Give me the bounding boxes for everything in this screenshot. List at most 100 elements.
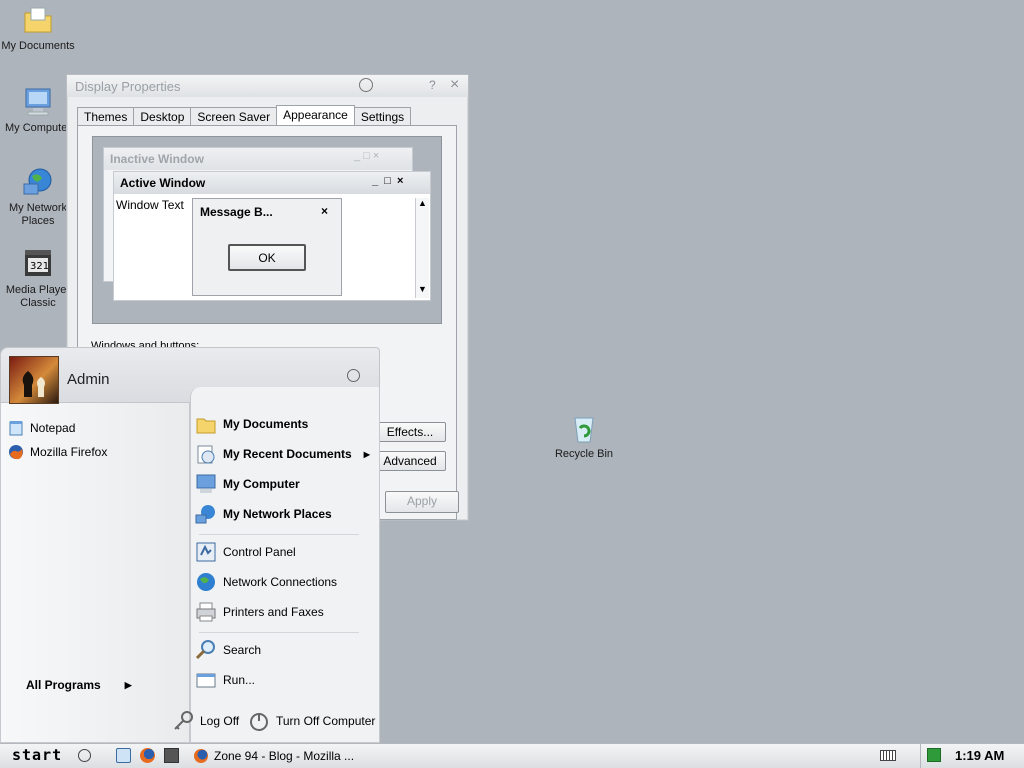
message-box-preview: Message B... × OK — [192, 198, 342, 296]
media-player-icon[interactable] — [164, 748, 179, 763]
scroll-down-icon: ▼ — [418, 284, 427, 294]
close-icon: × — [321, 204, 329, 218]
avatar — [9, 356, 59, 404]
tab-appearance[interactable]: Appearance — [276, 105, 355, 126]
folder-documents-icon — [195, 413, 217, 435]
start-menu-right-pane: My Documents My Recent Documents ▶ My Co… — [190, 387, 380, 743]
start-item-label: Search — [223, 643, 262, 657]
firefox-icon — [194, 749, 208, 763]
window-title: Display Properties — [75, 79, 181, 94]
start-item-label: Mozilla Firefox — [30, 445, 108, 459]
start-item-my-computer[interactable]: My Computer — [195, 472, 300, 496]
start-menu: Admin Notepad Mozilla Firefox All Progra… — [0, 347, 380, 743]
tab-strip: Themes Desktop Screen Saver Appearance S… — [77, 105, 412, 126]
power-icon — [248, 710, 270, 732]
start-item-network-connections[interactable]: Network Connections — [195, 570, 337, 594]
all-programs-label: All Programs — [26, 678, 101, 692]
start-item-my-documents[interactable]: My Documents — [195, 412, 308, 436]
start-item-label: Printers and Faxes — [223, 605, 324, 619]
system-tray: 1:19 AM — [920, 744, 1024, 768]
quick-launch — [112, 747, 182, 765]
start-item-printers-and-faxes[interactable]: Printers and Faxes — [195, 600, 324, 624]
start-label: start — [12, 746, 63, 764]
tab-settings[interactable]: Settings — [353, 107, 412, 126]
computer-icon — [22, 86, 54, 118]
advanced-button[interactable]: Advanced — [374, 451, 446, 471]
network-tray-icon[interactable] — [927, 748, 941, 762]
turn-off-label: Turn Off Computer — [276, 714, 376, 728]
submenu-arrow-icon: ▶ — [363, 449, 370, 459]
control-panel-icon — [195, 541, 217, 563]
menu-separator — [199, 534, 359, 535]
tab-screen-saver[interactable]: Screen Saver — [190, 107, 278, 126]
start-item-my-recent-documents[interactable]: My Recent Documents ▶ — [195, 442, 370, 466]
desktop-icon-recycle-bin[interactable]: Recycle Bin — [544, 412, 624, 461]
start-button[interactable]: start — [4, 746, 96, 766]
clock: 1:19 AM — [955, 748, 1005, 763]
start-item-label: Control Panel — [223, 545, 296, 559]
display-properties-titlebar[interactable]: Display Properties ? × — [67, 75, 468, 97]
pin-icon[interactable] — [347, 369, 360, 382]
start-item-run[interactable]: Run... — [195, 668, 255, 692]
computer-icon — [195, 473, 217, 495]
scroll-up-icon: ▲ — [418, 198, 427, 208]
start-item-notepad[interactable]: Notepad — [8, 416, 75, 440]
taskbar-window-button[interactable]: Zone 94 - Blog - Mozilla ... — [190, 746, 360, 766]
window-controls-icon: _ □ × — [354, 150, 380, 162]
effects-button[interactable]: Effects... — [374, 422, 446, 442]
inactive-window-title: Inactive Window — [110, 152, 204, 166]
start-item-label: Run... — [223, 673, 256, 687]
window-text-sample: Window Text — [116, 198, 184, 212]
user-name: Admin — [67, 371, 110, 388]
svg-text:321: 321 — [30, 261, 49, 272]
close-button[interactable]: × — [450, 76, 459, 94]
appearance-preview: Inactive Window _ □ × Active Window _ □ … — [92, 136, 442, 324]
start-item-firefox[interactable]: Mozilla Firefox — [8, 440, 107, 464]
start-item-label: My Recent Documents — [223, 447, 352, 461]
scrollbar: ▲ ▼ — [415, 198, 429, 298]
desktop-icon-my-documents[interactable]: My Documents — [0, 4, 78, 53]
taskbar: start Zone 94 - Blog - Mozilla ... 1:19 … — [0, 743, 1024, 768]
desktop-icon-label: My Network Places — [8, 202, 68, 227]
start-item-label: Network Connections — [223, 575, 338, 589]
start-item-search[interactable]: Search — [195, 638, 261, 662]
tab-themes[interactable]: Themes — [77, 107, 135, 126]
network-globe-icon — [195, 503, 217, 525]
all-programs-button[interactable]: All Programs ▶ — [26, 673, 132, 697]
apply-button[interactable]: Apply — [385, 491, 459, 513]
help-button[interactable]: ? — [429, 78, 436, 92]
start-item-control-panel[interactable]: Control Panel — [195, 540, 296, 564]
turn-off-computer-button[interactable]: Turn Off Computer — [248, 709, 375, 733]
printer-icon — [195, 601, 217, 623]
search-icon — [195, 639, 217, 661]
desktop-icon-label: Recycle Bin — [554, 448, 614, 460]
message-box-title: Message B... — [200, 205, 273, 219]
keyboard-icon[interactable] — [880, 750, 896, 761]
firefox-icon — [8, 444, 24, 460]
ie-icon[interactable] — [116, 748, 131, 763]
tab-desktop[interactable]: Desktop — [133, 107, 192, 126]
log-off-button[interactable]: Log Off — [172, 709, 239, 733]
network-connections-icon — [195, 571, 217, 593]
start-item-label: Notepad — [30, 421, 76, 435]
network-globe-icon — [22, 166, 54, 198]
arrow-right-icon: ▶ — [124, 679, 132, 690]
firefox-icon[interactable] — [140, 748, 155, 763]
notepad-icon — [8, 420, 24, 436]
ok-button: OK — [228, 244, 306, 271]
log-off-label: Log Off — [200, 714, 240, 728]
run-icon — [195, 669, 217, 691]
taskbar-window-label: Zone 94 - Blog - Mozilla ... — [214, 749, 355, 763]
active-window-title: Active Window — [120, 176, 206, 190]
start-item-label: My Documents — [223, 417, 309, 431]
window-controls-icon: _ □ × — [372, 175, 404, 187]
start-item-my-network-places[interactable]: My Network Places — [195, 502, 332, 526]
key-icon — [172, 710, 194, 732]
pin-icon[interactable] — [359, 78, 373, 92]
desktop-icon-label: My Computer — [4, 122, 72, 134]
active-window-preview: Active Window _ □ × Window Text ▲ ▼ Mess… — [113, 171, 431, 301]
menu-separator — [199, 632, 359, 633]
start-item-label: My Network Places — [223, 507, 332, 521]
recycle-bin-icon — [568, 412, 600, 444]
desktop-icon-label: Media Player Classic — [5, 284, 71, 309]
